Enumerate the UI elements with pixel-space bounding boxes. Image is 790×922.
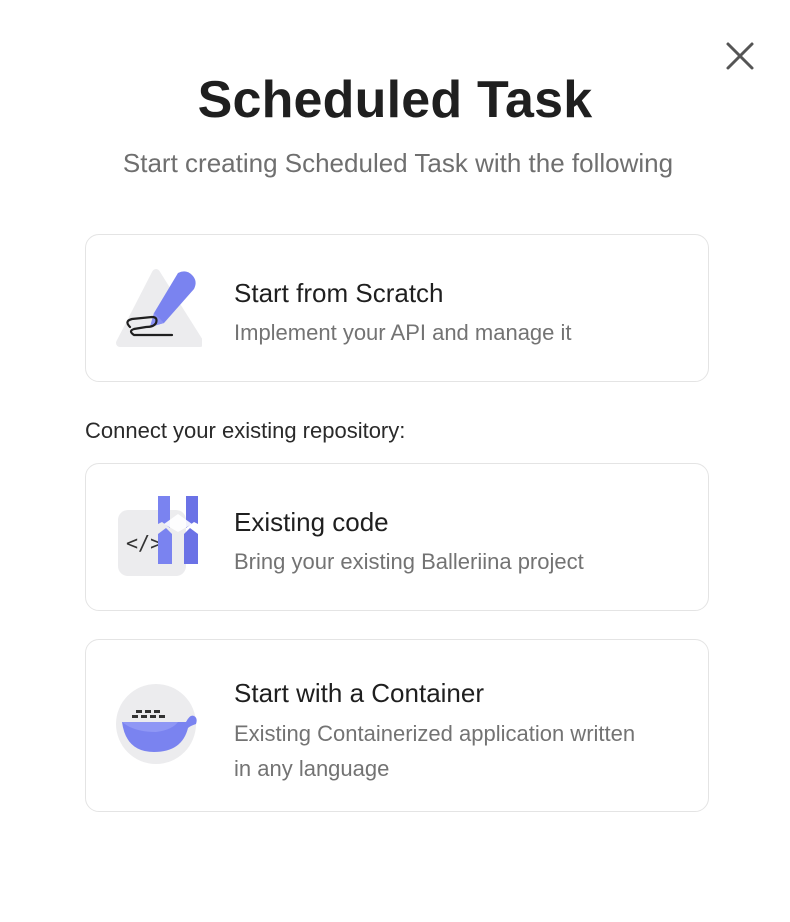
card-title: Existing code — [234, 507, 389, 537]
card-description: Bring your existing Balleriina project — [234, 549, 584, 574]
card-description: Implement your API and manage it — [234, 320, 572, 345]
card-description: Existing Containerized application writt… — [234, 721, 636, 781]
card-title: Start from Scratch — [234, 278, 444, 308]
scheduled-task-dialog: Scheduled Task Start creating Scheduled … — [0, 0, 790, 922]
start-with-container-card[interactable]: Start with a Container Existing Containe… — [85, 639, 709, 812]
card-title: Start with a Container — [234, 678, 485, 708]
container-whale-icon — [116, 682, 202, 768]
svg-text:</>: </> — [126, 531, 162, 555]
dialog-title: Scheduled Task — [197, 71, 593, 129]
code-icon: </> — [116, 494, 202, 580]
repository-section-label: Connect your existing repository: — [85, 418, 406, 443]
dialog-subtitle: Start creating Scheduled Task with the f… — [122, 148, 674, 178]
pencil-icon — [116, 265, 204, 351]
start-from-scratch-card[interactable]: Start from Scratch Implement your API an… — [85, 234, 709, 382]
existing-code-card[interactable]: </> Existing code Bring your existing Ba… — [85, 463, 709, 611]
